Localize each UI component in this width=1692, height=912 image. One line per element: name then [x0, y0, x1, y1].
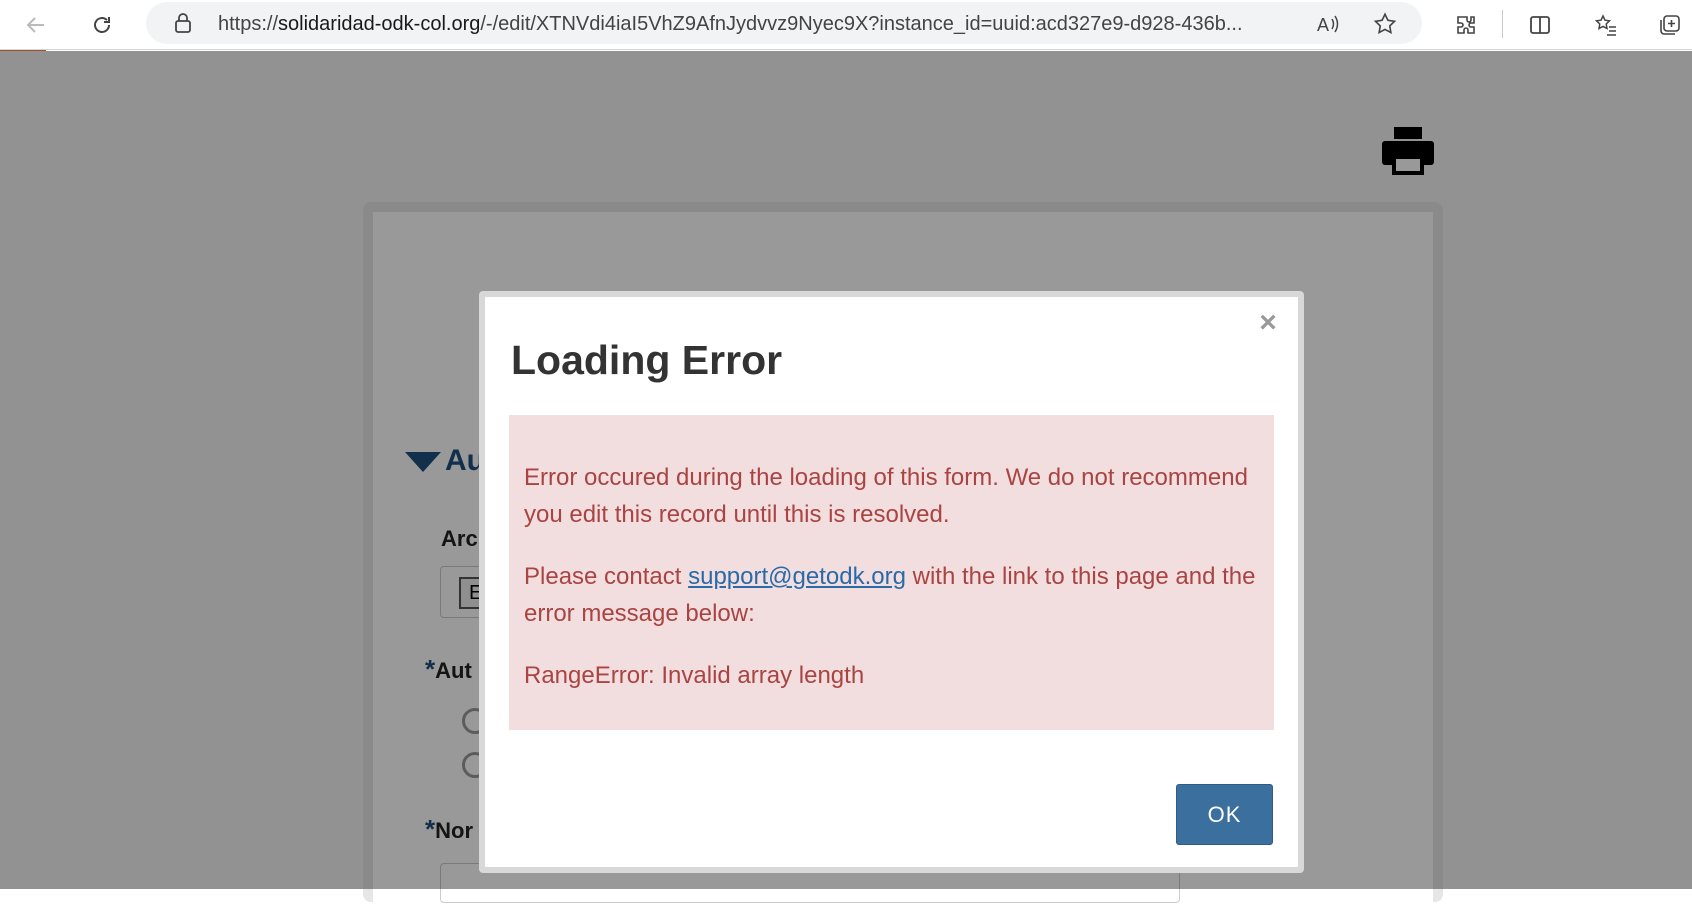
- favorite-star-icon[interactable]: [1372, 11, 1398, 37]
- error-message: Error occured during the loading of this…: [524, 464, 1248, 528]
- error-detail: RangeError: Invalid array length: [524, 662, 865, 689]
- url-prefix: https://: [218, 13, 279, 35]
- close-icon[interactable]: ×: [1254, 308, 1282, 338]
- url-path: /-/edit/XTNVdi4iaI5VhZ9AfnJydvvz9Nyec9X?…: [480, 13, 1243, 35]
- url-host: solidaridad-odk-col.org: [278, 13, 481, 35]
- favorites-list-icon[interactable]: [1588, 7, 1624, 43]
- error-alert: Error occured during the loading of this…: [509, 415, 1274, 730]
- browser-toolbar: https://solidaridad-odk-col.org/-/edit/X…: [0, 0, 1692, 50]
- contact-text-before: Please contact: [524, 563, 689, 590]
- url-text[interactable]: https://solidaridad-odk-col.org/-/edit/X…: [218, 12, 1308, 36]
- loading-error-dialog: × Loading Error Error occured during the…: [479, 291, 1304, 873]
- dialog-title: Loading Error: [511, 337, 783, 383]
- lock-icon[interactable]: [172, 12, 194, 34]
- address-bar[interactable]: https://solidaridad-odk-col.org/-/edit/X…: [146, 2, 1422, 44]
- contact-message: Please contact support@getodk.org with t…: [524, 558, 1259, 632]
- svg-text:A: A: [1317, 15, 1329, 35]
- split-screen-icon[interactable]: [1522, 7, 1558, 43]
- read-aloud-icon[interactable]: A: [1316, 11, 1342, 37]
- ok-button[interactable]: OK: [1176, 784, 1273, 845]
- extensions-icon[interactable]: [1448, 7, 1484, 43]
- collections-icon[interactable]: [1652, 7, 1688, 43]
- support-email-link[interactable]: support@getodk.org: [688, 563, 906, 590]
- back-arrow-icon[interactable]: [18, 7, 54, 43]
- refresh-icon[interactable]: [84, 7, 120, 43]
- toolbar-divider: [1502, 10, 1503, 38]
